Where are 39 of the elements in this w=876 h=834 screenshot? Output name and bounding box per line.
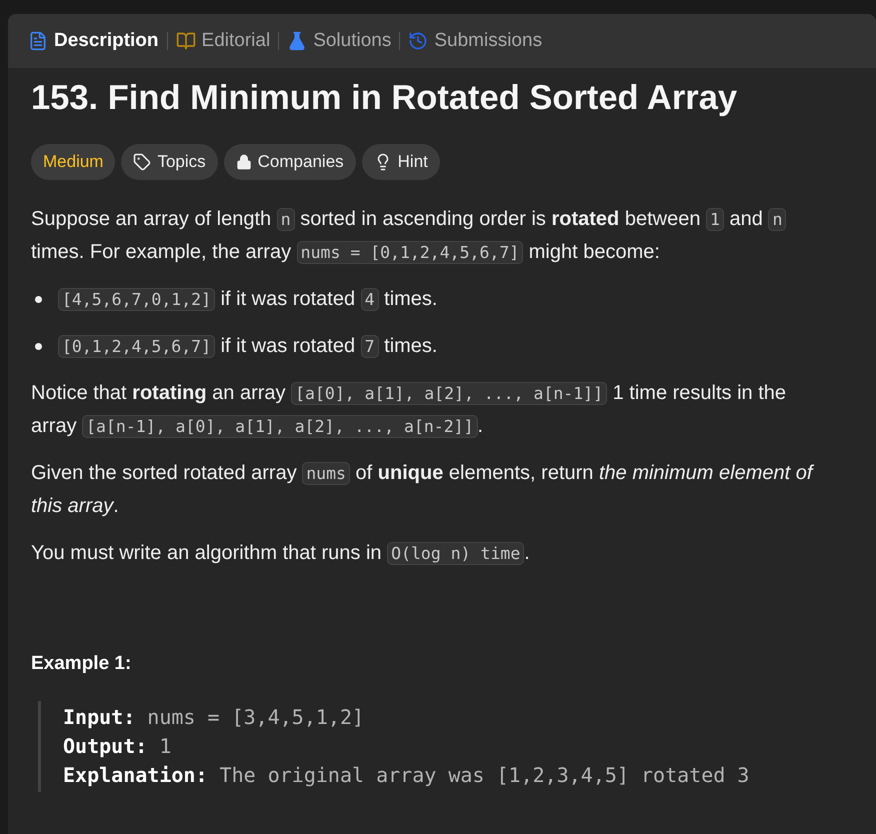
inline-code: nums = [0,1,2,4,5,6,7] <box>296 241 524 264</box>
paragraph: Suppose an array of length n sorted in ascending order is rotated between 1 and n times. For example, the array nums = [0,1,2,4,5,6,7] might become: <box>31 203 833 269</box>
example-line: Input: nums = [3,4,5,1,2] <box>63 704 366 730</box>
inline-code: [4,5,6,7,0,1,2] <box>58 288 216 311</box>
inline-code: [0,1,2,4,5,6,7] <box>58 335 216 358</box>
inline-code: O(log n) time <box>387 542 524 565</box>
inline-code: nums <box>302 462 350 485</box>
book-icon <box>176 31 196 51</box>
flask-icon <box>287 31 308 51</box>
paragraph: Notice that rotating an array [a[0], a[1], a[2], ..., a[n-1]] 1 time results in the array [a[n-1], a[0], a[1], a[2], ..., a[n-2]] . <box>31 381 788 440</box>
tag-button[interactable]: Hint <box>362 144 440 180</box>
inline-code: n <box>768 208 786 231</box>
paragraph: Given the sorted rotated array nums of unique elements, return the minimum element of this array. <box>31 461 816 519</box>
tag-button[interactable]: Companies <box>224 144 356 180</box>
difficulty-label: Medium <box>31 144 116 180</box>
tag-button[interactable]: Topics <box>121 144 218 180</box>
example-line: Output: 1 <box>63 732 172 760</box>
tab[interactable]: Description <box>28 26 159 56</box>
example-line: Explanation: The original array was [1,2,3,4,5] rotated 3 <box>63 762 750 788</box>
inline-code: 7 <box>360 335 379 358</box>
inline-code: n <box>276 208 295 231</box>
paragraph: [4,5,6,7,0,1,2] if it was rotated 4 times. <box>58 283 438 316</box>
lock-icon <box>236 154 252 170</box>
example-heading: Example 1: <box>31 652 132 676</box>
bullet-icon <box>35 343 42 350</box>
tab[interactable]: Solutions <box>287 26 392 56</box>
history-icon <box>408 31 428 51</box>
inline-code: [a[n-1], a[0], a[1], a[2], ..., a[n-2]] <box>82 415 478 438</box>
problem-title: 153. Find Minimum in Rotated Sorted Array <box>31 78 738 119</box>
inline-code: [a[0], a[1], a[2], ..., a[n-1]] <box>291 382 608 405</box>
paragraph: You must write an algorithm that runs in O(log n) time . <box>31 541 531 567</box>
inline-code: 4 <box>360 288 379 311</box>
inline-code: 1 <box>706 208 724 231</box>
tab[interactable]: Submissions <box>408 26 542 56</box>
paragraph: [0,1,2,4,5,6,7] if it was rotated 7 times. <box>58 330 438 363</box>
document-icon <box>28 31 48 51</box>
bullet-icon <box>35 296 42 303</box>
tag-icon <box>133 153 152 171</box>
tab[interactable]: Editorial <box>176 26 270 56</box>
